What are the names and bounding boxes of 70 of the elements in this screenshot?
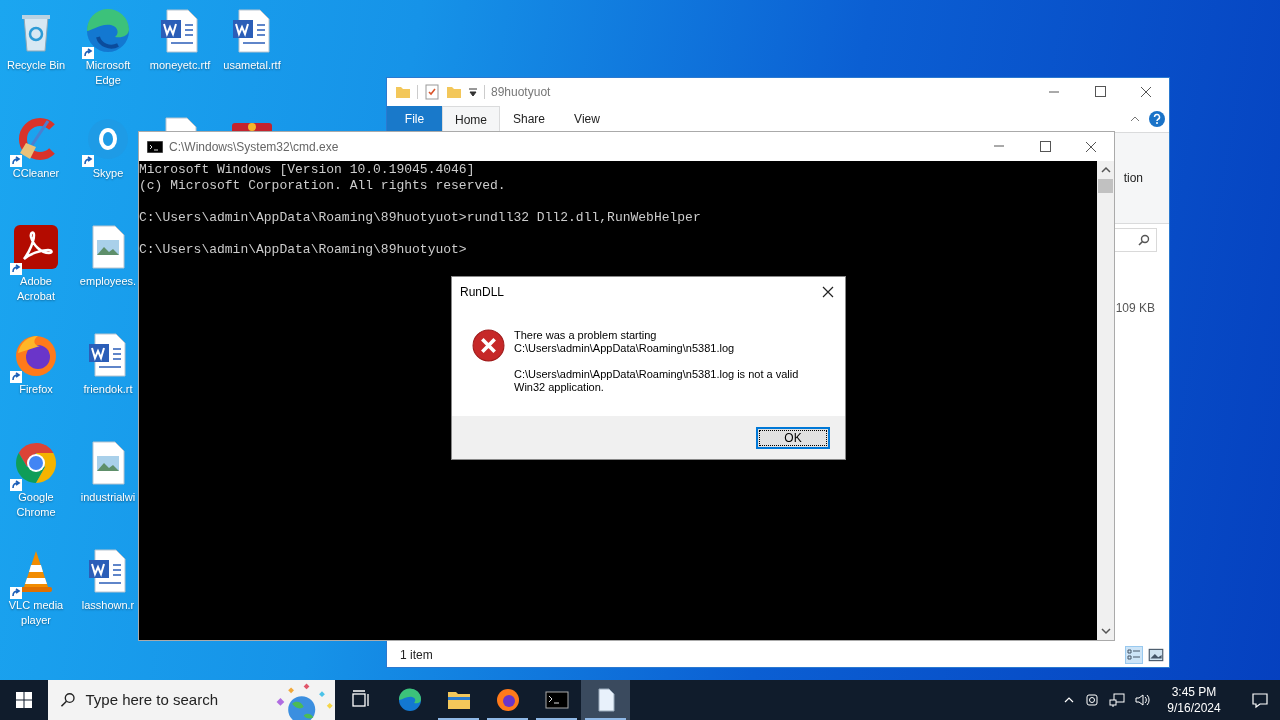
console-line: Microsoft Windows [Version 10.0.19045.4046] bbox=[139, 162, 476, 178]
desktop-icon-label[interactable]: Google Chrome bbox=[1, 490, 71, 520]
desktop-icon-label[interactable]: VLC media player bbox=[1, 598, 71, 628]
shortcut-arrow-icon bbox=[82, 47, 94, 59]
dialog-title: RunDLL bbox=[460, 284, 505, 301]
running-indicator bbox=[536, 718, 577, 720]
ribbon-label: tion bbox=[1123, 170, 1143, 187]
console-line: (c) Microsoft Corporation. All rights reserved. bbox=[139, 178, 507, 194]
shortcut-arrow-icon bbox=[10, 371, 22, 383]
shortcut-arrow-icon bbox=[10, 479, 22, 491]
ok-button[interactable]: OK bbox=[756, 426, 830, 449]
desktop-icon-label[interactable]: moneyetc.rtf bbox=[149, 58, 211, 73]
wave-circle-icon bbox=[84, 7, 132, 55]
desktop-icon-label[interactable]: industrialwi bbox=[80, 490, 136, 505]
terminal-icon[interactable] bbox=[544, 688, 569, 712]
desktop-icon-label[interactable]: employees. bbox=[79, 274, 137, 289]
network-icon[interactable] bbox=[1109, 692, 1125, 708]
ribbon-tab[interactable]: View bbox=[558, 106, 616, 132]
ribbon-tab[interactable]: Share bbox=[500, 106, 558, 132]
error-message: C:\Users\admin\AppData\Roaming\n5381.log is not a valid Win32 application. bbox=[514, 368, 800, 394]
scroll-up-icon[interactable] bbox=[1100, 165, 1111, 175]
status-text: 1 item bbox=[400, 647, 433, 664]
notification-icon[interactable] bbox=[1251, 691, 1269, 709]
search-field[interactable]: Type here to search bbox=[48, 680, 335, 720]
help-icon[interactable] bbox=[1149, 111, 1165, 127]
clock-time: 3:45 PM bbox=[1171, 684, 1217, 700]
desktop-icon-label[interactable]: Skype bbox=[92, 166, 124, 181]
error-message: There was a problem starting C:\Users\admin\AppData\Roaming\n5381.log bbox=[514, 329, 736, 355]
volume-icon[interactable] bbox=[1134, 692, 1150, 708]
window-title: 89huotyuot bbox=[491, 84, 551, 101]
desktop-icon-label[interactable]: Adobe Acrobat bbox=[1, 274, 71, 304]
scroll-thumb[interactable] bbox=[1098, 179, 1113, 193]
clock-date: 9/16/2024 bbox=[1167, 700, 1221, 716]
window-title: C:\Windows\System32\cmd.exe bbox=[169, 138, 339, 156]
ribbon-tab[interactable]: Home bbox=[442, 106, 500, 132]
running-indicator bbox=[438, 718, 479, 720]
shortcut-arrow-icon bbox=[10, 587, 22, 599]
desktop-icon-label[interactable]: Microsoft Edge bbox=[73, 58, 143, 88]
console-line: C:\Users\admin\AppData\Roaming\89huotyuot>rundll32 Dll2.dll,RunWebHelper bbox=[139, 210, 702, 226]
desktop-icon-label[interactable]: lasshown.r bbox=[81, 598, 135, 613]
details-view-icon[interactable] bbox=[1125, 646, 1143, 664]
dropdown-caret-icon[interactable] bbox=[468, 87, 478, 97]
desktop-icon-label[interactable]: CCleaner bbox=[12, 166, 60, 181]
camera-icon[interactable] bbox=[1084, 692, 1100, 708]
search-icon[interactable] bbox=[60, 692, 76, 708]
scrollbar[interactable] bbox=[1097, 161, 1114, 640]
windows-logo-icon[interactable] bbox=[16, 692, 32, 708]
running-indicator bbox=[487, 718, 528, 720]
error-icon bbox=[472, 329, 505, 362]
file-size: 109 KB bbox=[1115, 300, 1155, 317]
desktop-icon-label[interactable]: friendok.rt bbox=[83, 382, 133, 397]
desktop-icon-label[interactable]: usametal.rtf bbox=[223, 58, 281, 73]
document-swirl-icon bbox=[12, 223, 60, 271]
shortcut-arrow-icon bbox=[10, 155, 22, 167]
terminal-icon bbox=[147, 140, 163, 153]
desktop-icon-label[interactable]: Recycle Bin bbox=[6, 58, 66, 73]
search-input[interactable]: Type here to search bbox=[85, 688, 256, 712]
desktop-icon-label[interactable]: Firefox bbox=[19, 382, 53, 397]
clock[interactable]: 3:45 PM 9/16/2024 bbox=[1159, 684, 1229, 716]
ribbon-tab[interactable]: File bbox=[387, 106, 442, 132]
flame-globe-icon[interactable] bbox=[495, 688, 520, 712]
console-line: C:\Users\admin\AppData\Roaming\89huotyuot> bbox=[139, 242, 468, 258]
shortcut-arrow-icon bbox=[10, 263, 22, 275]
thumbnail-view-icon[interactable] bbox=[1147, 646, 1165, 664]
wave-circle-icon[interactable] bbox=[397, 688, 422, 712]
checklist-icon[interactable] bbox=[424, 84, 440, 100]
scroll-down-icon[interactable] bbox=[1100, 626, 1111, 636]
shortcut-arrow-icon bbox=[82, 155, 94, 167]
search-icon[interactable] bbox=[1138, 234, 1150, 246]
running-indicator bbox=[585, 718, 626, 720]
